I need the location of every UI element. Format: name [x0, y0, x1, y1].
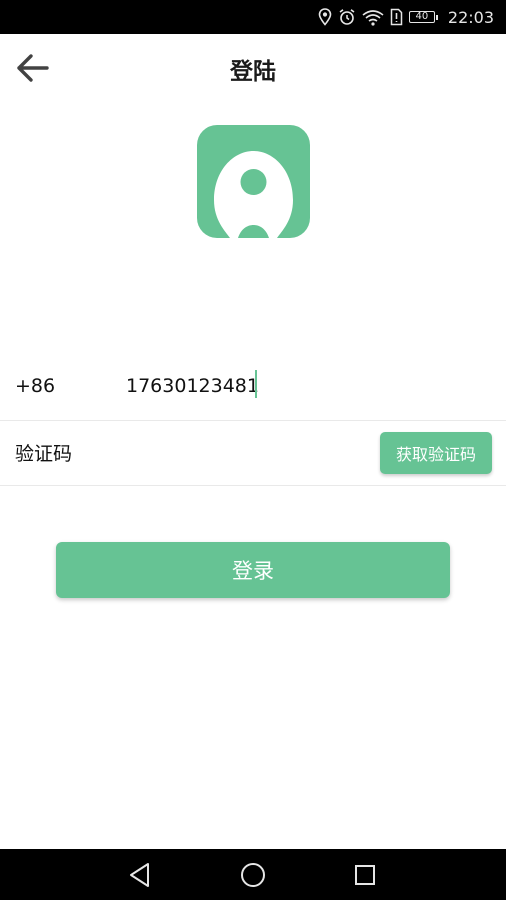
- status-bar: 40 22:03: [0, 0, 506, 34]
- page-title: 登陆: [230, 59, 276, 85]
- verification-code-input[interactable]: [15, 439, 315, 469]
- nav-recents-icon: [355, 865, 375, 885]
- code-row: 获取验证码: [0, 421, 506, 486]
- nav-recents-button[interactable]: [347, 857, 383, 893]
- status-time: 22:03: [447, 7, 494, 27]
- text-cursor: [255, 370, 257, 398]
- header: 登陆: [0, 34, 506, 100]
- nav-bar: [0, 849, 506, 900]
- alarm-icon: [338, 8, 356, 26]
- phone-row: +86: [0, 358, 506, 421]
- sim-icon: [390, 8, 403, 26]
- login-button[interactable]: 登录: [56, 542, 450, 598]
- battery-level: 40: [408, 11, 435, 23]
- location-icon: [318, 8, 332, 26]
- get-code-button[interactable]: 获取验证码: [380, 432, 492, 474]
- nav-home-icon: [241, 863, 265, 887]
- app-logo: [197, 125, 310, 238]
- wifi-icon: [362, 8, 384, 26]
- login-screen: 40 22:03 登陆 +86 获取验证码 登录: [0, 0, 506, 900]
- location-pin-logo: [214, 151, 293, 238]
- battery-icon: 40: [408, 11, 438, 23]
- country-code[interactable]: +86: [15, 375, 55, 397]
- nav-back-button[interactable]: [122, 857, 158, 893]
- nav-home-button[interactable]: [235, 857, 271, 893]
- nav-back-icon: [130, 863, 149, 887]
- phone-input[interactable]: [126, 370, 426, 402]
